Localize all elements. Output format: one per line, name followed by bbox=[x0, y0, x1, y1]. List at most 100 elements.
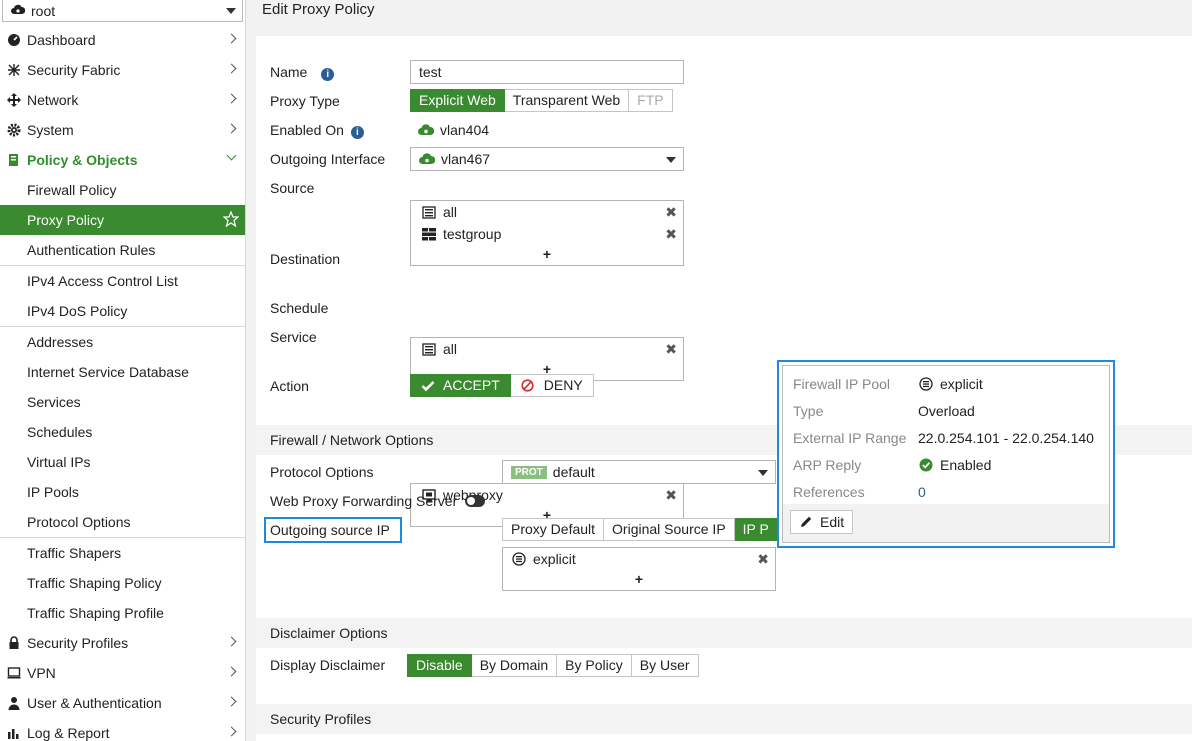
deny-button[interactable]: DENY bbox=[510, 374, 594, 397]
references-link[interactable]: 0 bbox=[918, 484, 926, 500]
accept-button[interactable]: ACCEPT bbox=[410, 374, 511, 397]
src-original-source-ip[interactable]: Original Source IP bbox=[604, 518, 735, 541]
info-icon[interactable]: i bbox=[350, 126, 364, 139]
src-ip-pool[interactable]: IP P bbox=[734, 518, 778, 541]
web-proxy-forwarding-toggle[interactable] bbox=[465, 495, 486, 507]
accept-label: ACCEPT bbox=[443, 377, 500, 393]
ip-pool-icon bbox=[918, 377, 934, 391]
sub-label: IPv4 Access Control List bbox=[27, 273, 178, 289]
close-icon[interactable]: ✖ bbox=[665, 487, 677, 504]
chevron-down-icon bbox=[226, 8, 236, 14]
nav-label: Security Fabric bbox=[27, 62, 121, 78]
list-item: explicit ✖ bbox=[503, 548, 775, 570]
sidebar-item-virtual-ips[interactable]: Virtual IPs bbox=[0, 447, 245, 477]
lock-icon bbox=[6, 636, 22, 650]
tooltip-footer: Edit bbox=[783, 504, 1109, 542]
src-proxy-default[interactable]: Proxy Default bbox=[502, 518, 605, 541]
sidebar-item-isdb[interactable]: Internet Service Database bbox=[0, 357, 245, 387]
sidebar-item-ip-pools[interactable]: IP Pools bbox=[0, 477, 245, 507]
sidebar-item-proxy-policy[interactable]: Proxy Policy bbox=[0, 205, 245, 235]
outgoing-interface-select[interactable]: vlan467 bbox=[410, 147, 684, 171]
edit-button[interactable]: Edit bbox=[790, 510, 854, 534]
enabled-on-text: vlan404 bbox=[440, 122, 490, 138]
sidebar-item-traffic-shaping-policy[interactable]: Traffic Shaping Policy bbox=[0, 568, 245, 598]
close-icon[interactable]: ✖ bbox=[665, 341, 677, 358]
chevron-down-icon bbox=[758, 470, 768, 476]
chevron-right-icon bbox=[226, 33, 237, 44]
proxy-type-transparent-web[interactable]: Transparent Web bbox=[504, 89, 630, 112]
tooltip-row-references: References 0 bbox=[793, 484, 926, 500]
add-ip-pool-button[interactable]: + bbox=[503, 570, 775, 590]
nav-security-profiles[interactable]: Security Profiles bbox=[0, 628, 245, 658]
sidebar-item-firewall-policy[interactable]: Firewall Policy bbox=[0, 175, 245, 205]
source-list: all ✖ testgroup ✖ + bbox=[410, 200, 684, 266]
protocol-options-value: default bbox=[552, 464, 595, 480]
interface-cloud-icon bbox=[419, 152, 435, 166]
sub-label: Authentication Rules bbox=[27, 242, 156, 258]
nav-network[interactable]: Network bbox=[0, 85, 245, 115]
list-item-label: all bbox=[443, 204, 458, 220]
add-source-button[interactable]: + bbox=[411, 245, 683, 265]
dashboard-icon bbox=[6, 33, 22, 47]
sidebar-item-authentication-rules[interactable]: Authentication Rules bbox=[0, 235, 245, 265]
deny-label: DENY bbox=[543, 377, 583, 393]
nav-label: Security Profiles bbox=[27, 635, 129, 651]
sidebar-item-protocol-options[interactable]: Protocol Options bbox=[0, 507, 245, 537]
list-item-label: testgroup bbox=[443, 226, 502, 242]
display-disclaimer-label: Display Disclaimer bbox=[270, 657, 386, 673]
proxy-type-ftp[interactable]: FTP bbox=[629, 89, 673, 112]
vdom-selector[interactable]: root bbox=[2, 0, 243, 22]
sidebar-item-schedules[interactable]: Schedules bbox=[0, 417, 245, 447]
sidebar-item-ipv4-acl[interactable]: IPv4 Access Control List bbox=[0, 266, 245, 296]
disclaimer-by-domain[interactable]: By Domain bbox=[471, 654, 558, 677]
tooltip-value-wrap: explicit bbox=[918, 376, 983, 392]
sidebar-item-traffic-shaping-profile[interactable]: Traffic Shaping Profile bbox=[0, 598, 245, 628]
chevron-right-icon bbox=[226, 63, 237, 74]
chevron-right-icon bbox=[226, 123, 237, 134]
sidebar-item-services[interactable]: Services bbox=[0, 387, 245, 417]
name-label: Name bbox=[270, 64, 308, 80]
interface-cloud-icon bbox=[418, 123, 434, 137]
tooltip-key: External IP Range bbox=[793, 430, 907, 446]
action-label: Action bbox=[270, 378, 309, 394]
close-icon[interactable]: ✖ bbox=[757, 551, 769, 568]
name-input[interactable]: test bbox=[410, 60, 684, 84]
disclaimer-disable[interactable]: Disable bbox=[407, 654, 472, 677]
close-icon[interactable]: ✖ bbox=[665, 204, 677, 221]
nav-label: VPN bbox=[27, 665, 56, 681]
network-icon bbox=[6, 93, 22, 107]
chevron-right-icon bbox=[226, 666, 237, 677]
sidebar-item-traffic-shapers[interactable]: Traffic Shapers bbox=[0, 538, 245, 568]
disclaimer-by-policy[interactable]: By Policy bbox=[557, 654, 632, 677]
nav-log-report[interactable]: Log & Report bbox=[0, 718, 245, 741]
sidebar-item-ipv4-dos[interactable]: IPv4 DoS Policy bbox=[0, 296, 245, 326]
close-icon[interactable]: ✖ bbox=[665, 226, 677, 243]
disclaimer-by-user[interactable]: By User bbox=[631, 654, 699, 677]
tooltip-value: 22.0.254.101 - 22.0.254.140 bbox=[918, 430, 1094, 446]
sub-label: Protocol Options bbox=[27, 514, 131, 530]
ip-pool-list: explicit ✖ + bbox=[502, 547, 776, 591]
nav-security-fabric[interactable]: Security Fabric bbox=[0, 55, 245, 85]
disclaimer-options-heading: Disclaimer Options bbox=[256, 618, 1192, 648]
monitor-icon bbox=[6, 666, 22, 680]
nav-label: Log & Report bbox=[27, 725, 110, 741]
chevron-right-icon bbox=[226, 696, 237, 707]
list-item: all ✖ bbox=[411, 338, 683, 360]
enabled-on-row-label: Enabled On i bbox=[270, 122, 364, 139]
star-icon[interactable] bbox=[222, 210, 240, 230]
nav-user-auth[interactable]: User & Authentication bbox=[0, 688, 245, 718]
nav-dashboard[interactable]: Dashboard bbox=[0, 25, 245, 55]
protocol-options-select[interactable]: PROT default bbox=[502, 460, 776, 484]
sub-label: Services bbox=[27, 394, 81, 410]
info-icon[interactable]: i bbox=[321, 68, 335, 81]
nav-policy-objects[interactable]: Policy & Objects bbox=[0, 145, 245, 175]
sidebar-item-addresses[interactable]: Addresses bbox=[0, 327, 245, 357]
chevron-down-icon bbox=[666, 157, 676, 163]
proxy-type-explicit-web[interactable]: Explicit Web bbox=[410, 89, 505, 112]
sub-label: IPv4 DoS Policy bbox=[27, 303, 128, 319]
nav-system[interactable]: System bbox=[0, 115, 245, 145]
nav-vpn[interactable]: VPN bbox=[0, 658, 245, 688]
sub-label: Addresses bbox=[27, 334, 94, 350]
nav-label: Policy & Objects bbox=[27, 152, 138, 168]
sub-label: Traffic Shaping Policy bbox=[27, 575, 162, 591]
